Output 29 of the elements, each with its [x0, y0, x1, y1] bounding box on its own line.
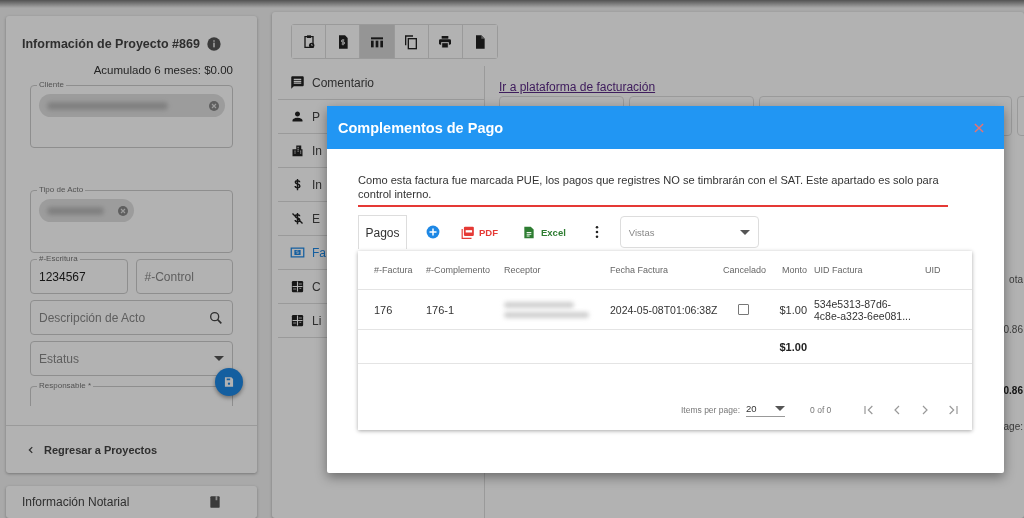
column-header: UID Factura — [814, 265, 864, 275]
table-cell-text: 2024-05-08T01:06:38Z — [610, 303, 719, 316]
accumulated-total: Acumulado 6 meses: $0.00 — [92, 63, 234, 76]
table-cell: ota — [1009, 274, 1023, 285]
column-header: #-Complemento — [426, 265, 492, 275]
table-cell-text: $1.00 — [778, 303, 808, 316]
page-range: 0 of 0 — [810, 405, 832, 415]
table-cell: 0.86 — [1003, 385, 1023, 396]
table-cell-text: 176-1 — [426, 303, 456, 316]
column-header: Receptor — [504, 265, 542, 275]
dialog-title: Complementos de Pago — [338, 119, 504, 136]
total-amount: $1.00 — [778, 340, 808, 353]
panel-title: Información de Proyecto #869 — [22, 37, 200, 51]
table-cell: age: — [1003, 421, 1023, 432]
column-header: Cancelado — [723, 265, 768, 275]
field-label: Tipo de Acto — [37, 185, 86, 194]
notice-text: Como esta factura fue marcada PUE, los pagos que registres NO se timbrarán con el SAT. Este apartado es solo para control interno. — [358, 174, 948, 207]
column-header: #-Factura — [374, 265, 414, 275]
column-header: Monto — [781, 265, 808, 275]
table-cell: 0.86 — [1003, 324, 1023, 335]
field-label: Responsable * — [37, 381, 94, 390]
column-header: UID — [925, 265, 942, 275]
field-label: Cliente — [37, 80, 66, 89]
panel-title: Información Notarial — [22, 495, 130, 509]
page-size-label: Items per page: — [681, 405, 741, 415]
table-cell-text: 534e5313-87d6-4c8e-a323-6ee081... — [814, 297, 912, 322]
column-header: Fecha Factura — [610, 265, 670, 275]
field-label: #-Escritura — [37, 254, 80, 263]
table-cell-text: 176 — [374, 303, 394, 316]
